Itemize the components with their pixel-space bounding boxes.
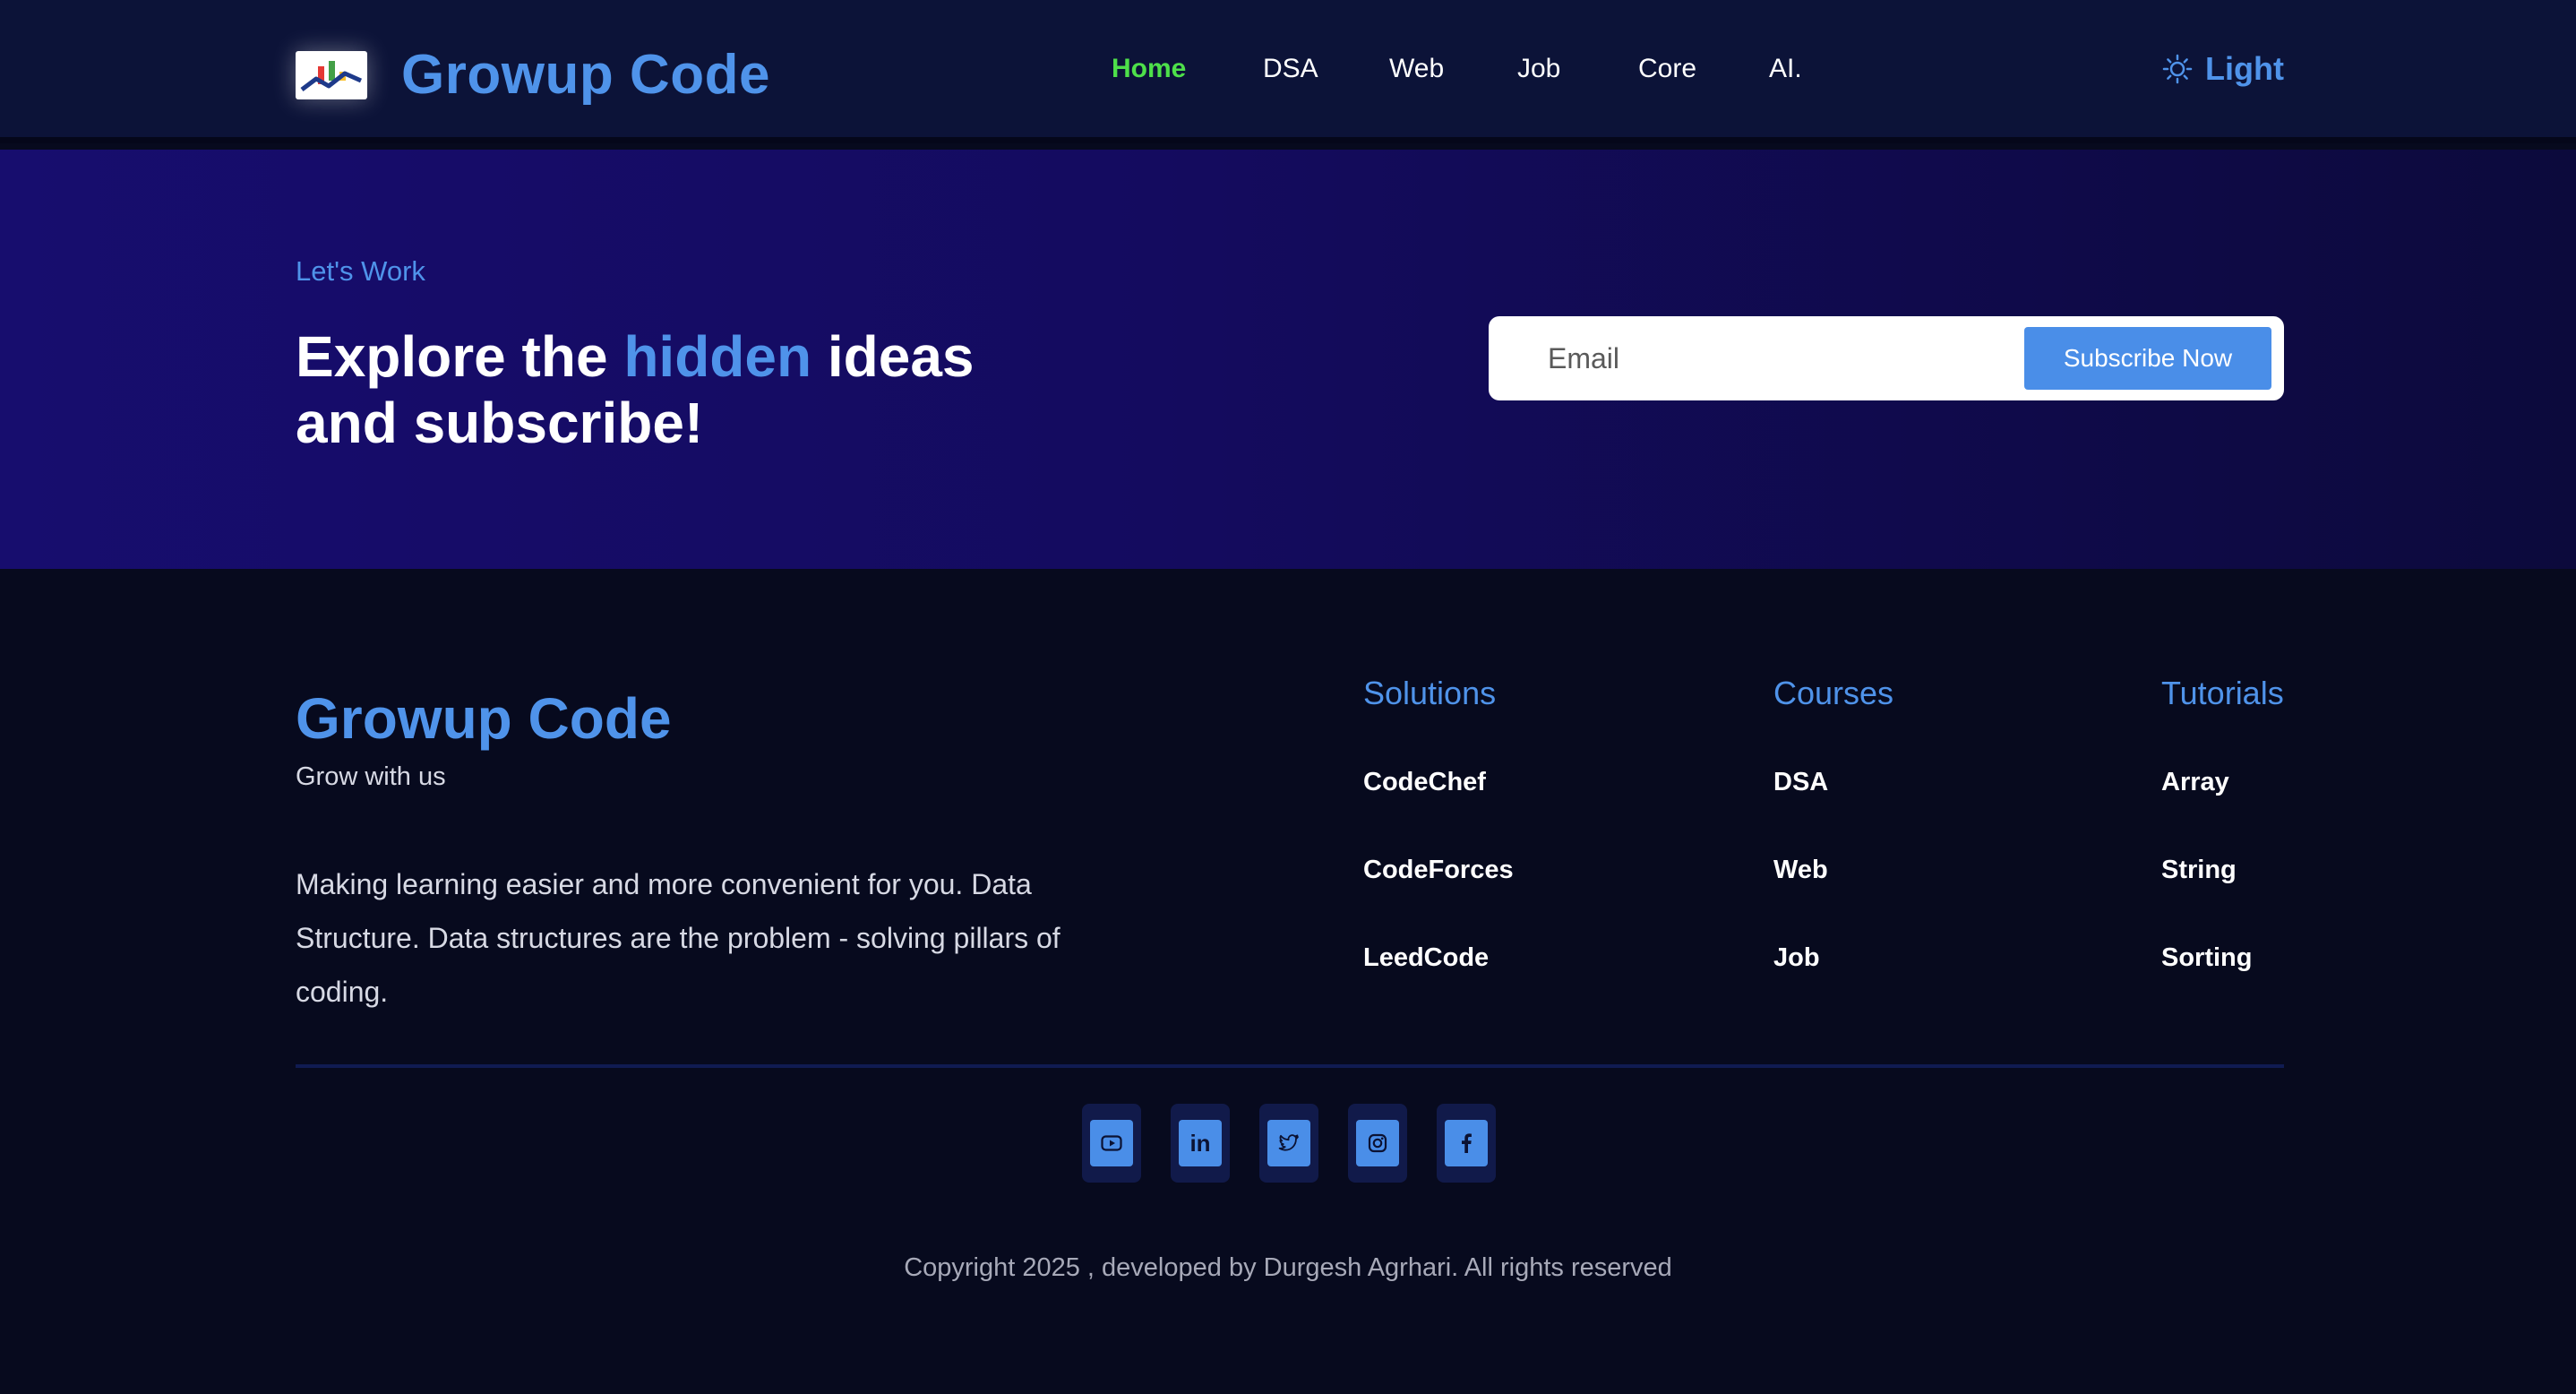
footer-brand: Growup Code [296,686,672,751]
linkedin-icon: in [1179,1120,1222,1166]
hero-title: Explore the hidden ideas and subscribe! [296,323,1084,456]
footer-link-web[interactable]: Web [1773,856,1828,885]
site-header: Growup Code Home DSA Web Job Core AI. Li… [0,0,2576,143]
footer-column-title: Solutions [1363,675,1497,711]
nav-item-home[interactable]: Home [1112,54,1186,84]
footer-column-solutions: Solutions CodeChef CodeForces LeedCode [1363,675,1514,972]
footer-column-title: Courses [1773,675,1894,711]
subscribe-form: Subscribe Now [1489,316,2284,400]
footer-divider [296,1064,2284,1068]
facebook-icon [1445,1120,1488,1166]
instagram-icon [1356,1120,1399,1166]
footer-link-string[interactable]: String [2161,856,2237,885]
linkedin-link[interactable]: in [1171,1104,1230,1183]
twitter-link[interactable] [1259,1104,1318,1183]
nav-item-core[interactable]: Core [1638,54,1696,84]
footer-tagline: Grow with us [296,762,446,791]
footer-link-codechef[interactable]: CodeChef [1363,768,1486,797]
sun-icon [2162,54,2193,84]
footer-column-courses: Courses DSA Web Job [1773,675,1894,972]
footer-link-array[interactable]: Array [2161,768,2229,797]
facebook-link[interactable] [1437,1104,1496,1183]
social-links: in [1082,1104,1525,1183]
nav-item-dsa[interactable]: DSA [1263,54,1318,84]
footer-link-leedcode[interactable]: LeedCode [1363,943,1489,973]
subscribe-section: Let's Work Explore the hidden ideas and … [0,150,2576,569]
youtube-icon [1090,1120,1133,1166]
site-footer: Growup Code Grow with us Making learning… [0,569,2576,1394]
footer-link-codeforces[interactable]: CodeForces [1363,856,1514,885]
footer-column-title: Tutorials [2161,675,2284,711]
nav-item-job[interactable]: Job [1517,54,1560,84]
footer-link-sorting[interactable]: Sorting [2161,943,2253,973]
subscribe-button[interactable]: Subscribe Now [2024,327,2271,390]
instagram-link[interactable] [1348,1104,1407,1183]
footer-link-dsa[interactable]: DSA [1773,768,1828,797]
twitter-icon [1267,1120,1310,1166]
nav-item-ai[interactable]: AI. [1769,54,1802,84]
theme-toggle-button[interactable]: Light [2162,50,2284,88]
section-eyebrow: Let's Work [296,255,425,287]
nav-item-web[interactable]: Web [1389,54,1444,84]
hero-title-start: Explore the [296,324,624,389]
theme-toggle-label: Light [2205,50,2284,87]
copyright-text: Copyright 2025 , developed by Durgesh Ag… [904,1253,1672,1282]
hero-title-highlight: hidden [623,324,812,389]
footer-column-tutorials: Tutorials Array String Sorting [2161,675,2284,972]
email-input[interactable] [1548,329,2014,388]
youtube-link[interactable] [1082,1104,1141,1183]
footer-link-job[interactable]: Job [1773,943,1820,973]
footer-description: Making learning easier and more convenie… [296,868,1060,1008]
